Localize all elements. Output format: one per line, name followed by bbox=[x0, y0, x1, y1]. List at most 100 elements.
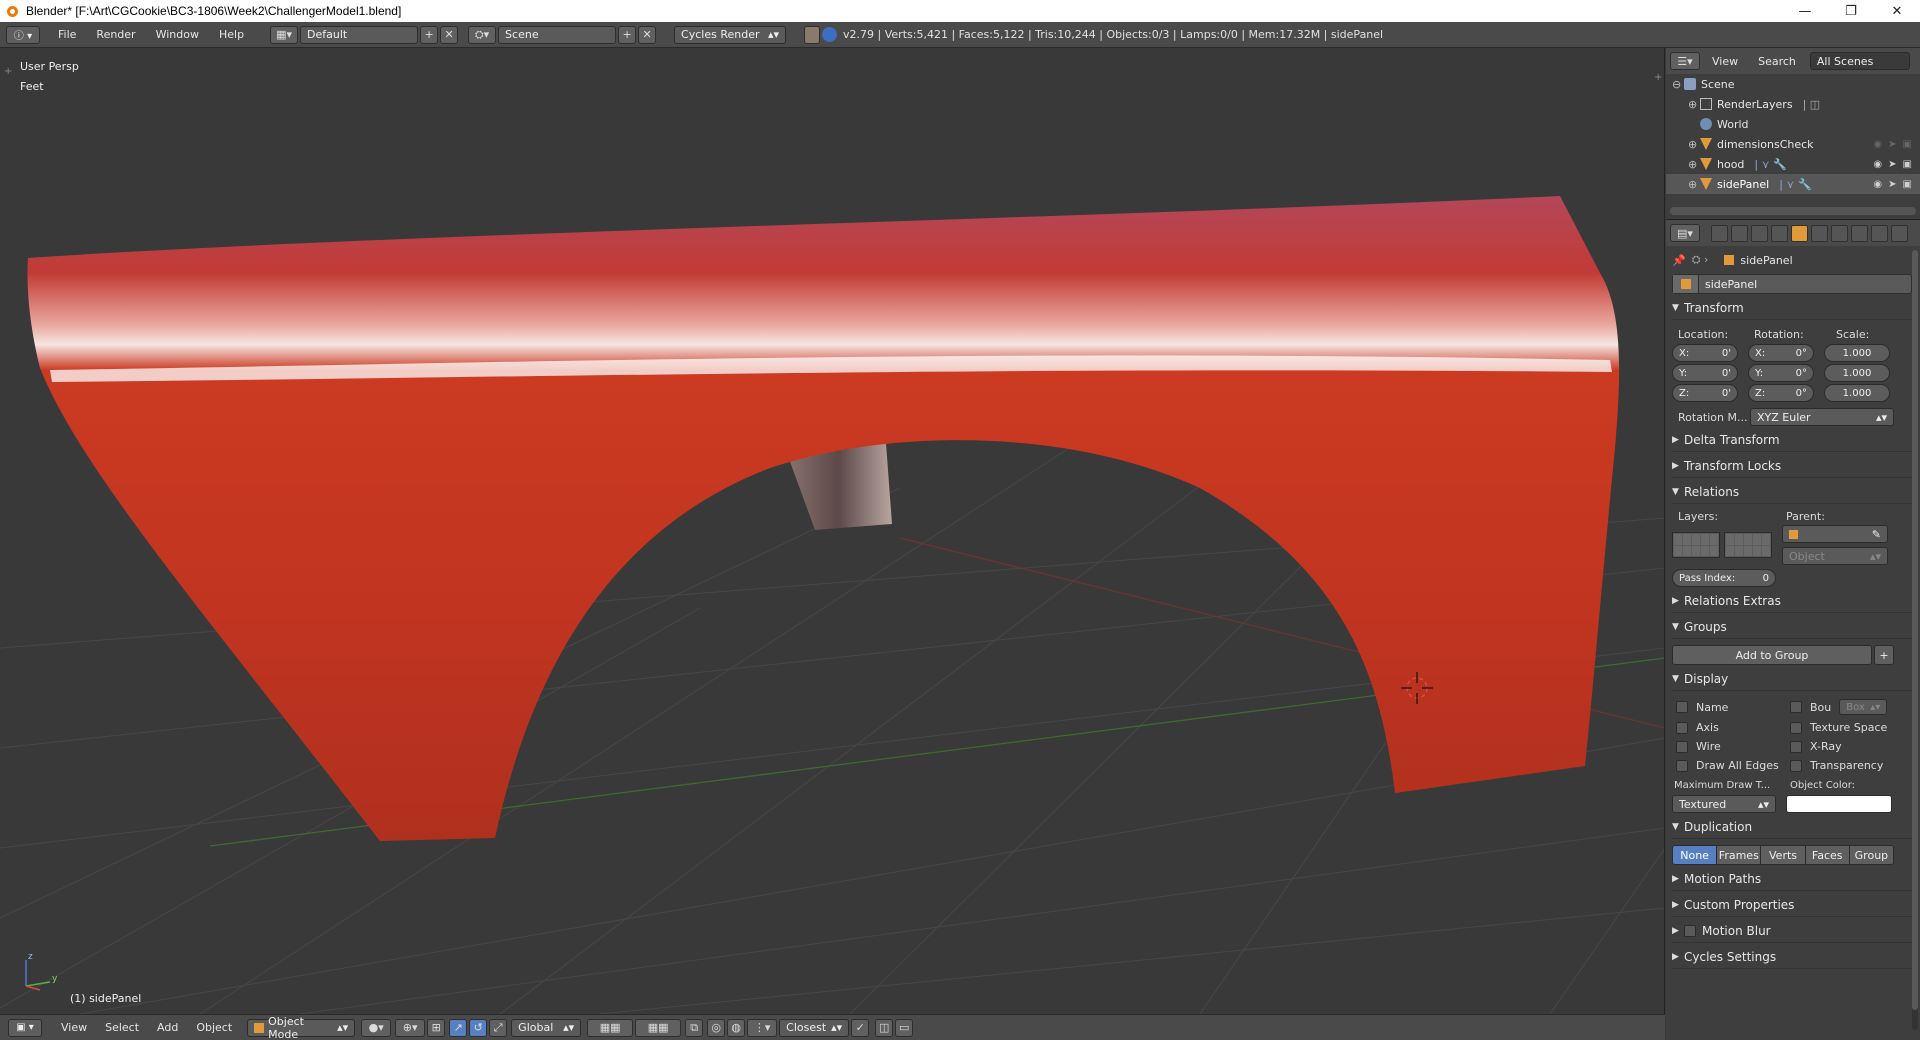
outliner-view-menu[interactable]: View bbox=[1712, 55, 1738, 68]
rotation-z-field[interactable]: Z: 0° bbox=[1748, 384, 1814, 402]
scale-manipulator-icon[interactable]: ⤢ bbox=[489, 1018, 508, 1037]
display-wire-checkbox[interactable]: Wire bbox=[1676, 740, 1790, 753]
duplication-frames-button[interactable]: Frames bbox=[1717, 846, 1762, 864]
object-tab-icon[interactable] bbox=[1791, 224, 1808, 242]
rotate-manipulator-icon[interactable]: ↺ bbox=[469, 1018, 488, 1037]
object-layers-grid[interactable] bbox=[1672, 532, 1772, 558]
outliner-item-dimensionscheck[interactable]: ⊕ dimensionsCheck ◉ ➤ ▣ bbox=[1666, 134, 1920, 154]
scene-icon[interactable]: ⛭▾ bbox=[468, 25, 497, 44]
close-button[interactable]: ✕ bbox=[1874, 0, 1920, 22]
menu-help[interactable]: Help bbox=[209, 28, 254, 41]
display-axis-checkbox[interactable]: Axis bbox=[1676, 721, 1790, 734]
motion-blur-panel-header[interactable]: ▶ Motion Blur bbox=[1672, 919, 1912, 943]
duplication-faces-button[interactable]: Faces bbox=[1805, 846, 1850, 864]
snap-element-icon[interactable]: ⋮▾ bbox=[747, 1018, 778, 1037]
transform-orientation-dropdown[interactable]: Global ▴▾ bbox=[511, 1018, 582, 1037]
scale-x-field[interactable]: 1.000 bbox=[1824, 344, 1890, 362]
outliner-item-scene[interactable]: ⊖ Scene bbox=[1666, 74, 1920, 94]
scale-z-field[interactable]: 1.000 bbox=[1824, 384, 1890, 402]
menu-view[interactable]: View bbox=[52, 1021, 96, 1034]
menu-file[interactable]: File bbox=[48, 28, 86, 41]
relations-extras-panel-header[interactable]: ▶ Relations Extras bbox=[1672, 589, 1912, 613]
transform-panel-header[interactable]: ▼ Transform bbox=[1672, 296, 1912, 320]
translate-manipulator-icon[interactable]: ↗ bbox=[449, 1018, 468, 1037]
remove-layout-icon[interactable]: ✕ bbox=[440, 25, 459, 44]
snap-target-dropdown[interactable]: Closest ▴▾ bbox=[779, 1018, 850, 1037]
snap-rotation-icon[interactable]: ✓ bbox=[851, 1018, 870, 1037]
motion-blur-checkbox[interactable] bbox=[1684, 924, 1696, 937]
modifiers-tab-icon[interactable] bbox=[1831, 224, 1848, 242]
select-arrow-icon[interactable]: ➤ bbox=[1888, 179, 1896, 190]
lock-camera-icon[interactable]: ⧉ bbox=[685, 1018, 704, 1037]
transform-locks-panel-header[interactable]: ▶ Transform Locks bbox=[1672, 454, 1912, 478]
maximize-button[interactable]: ❐ bbox=[1828, 0, 1874, 22]
duplication-none-button[interactable]: None bbox=[1673, 846, 1718, 864]
proportional-edit-icon[interactable]: ◎ bbox=[707, 1018, 726, 1037]
motion-paths-panel-header[interactable]: ▶ Motion Paths bbox=[1672, 867, 1912, 891]
outliner-scrollbar[interactable] bbox=[1670, 207, 1916, 215]
delta-transform-panel-header[interactable]: ▶ Delta Transform bbox=[1672, 428, 1912, 452]
view3d-editor-type-button[interactable]: ▣ ▾ bbox=[8, 1018, 42, 1037]
viewport-canvas[interactable]: + + bbox=[0, 48, 1665, 1014]
rotation-mode-dropdown[interactable]: XYZ Euler ▴▾ bbox=[1750, 408, 1894, 426]
bounds-type-dropdown[interactable]: Box ▴▾ bbox=[1839, 699, 1888, 715]
outliner-display-mode-dropdown[interactable]: All Scenes bbox=[1809, 52, 1910, 70]
data-tab-icon[interactable] bbox=[1851, 224, 1868, 242]
display-transparency-checkbox[interactable]: Transparency bbox=[1790, 759, 1900, 772]
pin-icon[interactable]: 📌 bbox=[1672, 254, 1686, 267]
render-camera-icon[interactable]: ▣ bbox=[1903, 159, 1912, 170]
texture-tab-icon[interactable] bbox=[1891, 224, 1908, 242]
cycles-settings-panel-header[interactable]: ▶ Cycles Settings bbox=[1672, 945, 1912, 969]
object-name-field[interactable]: sidePanel bbox=[1672, 274, 1912, 294]
object-color-swatch[interactable] bbox=[1786, 795, 1892, 813]
scene-layers-icon[interactable]: ▦▦ bbox=[587, 1018, 634, 1037]
menu-render[interactable]: Render bbox=[86, 28, 145, 41]
location-z-field[interactable]: Z: 0' bbox=[1672, 384, 1738, 402]
duplication-verts-button[interactable]: Verts bbox=[1761, 846, 1806, 864]
scene-tab-icon[interactable] bbox=[1751, 224, 1768, 242]
duplication-panel-header[interactable]: ▼ Duplication bbox=[1672, 815, 1912, 839]
rotation-y-field[interactable]: Y: 0° bbox=[1748, 364, 1814, 382]
visibility-eye-icon[interactable]: ◉ bbox=[1873, 179, 1882, 190]
proportional-falloff-icon[interactable]: ◍ bbox=[727, 1018, 746, 1037]
properties-editor-icon[interactable]: ▤▾ bbox=[1670, 224, 1700, 242]
max-draw-type-dropdown[interactable]: Textured ▴▾ bbox=[1672, 795, 1776, 813]
add-scene-icon[interactable]: + bbox=[618, 25, 637, 44]
display-panel-header[interactable]: ▼ Display bbox=[1672, 667, 1912, 691]
custom-properties-panel-header[interactable]: ▶ Custom Properties bbox=[1672, 893, 1912, 917]
pivot-point-icon[interactable]: ⊕▾ bbox=[395, 1018, 426, 1037]
menu-select[interactable]: Select bbox=[96, 1021, 148, 1034]
location-x-field[interactable]: X: 0' bbox=[1672, 344, 1738, 362]
screen-layout-field[interactable]: Default bbox=[300, 25, 419, 44]
rotation-x-field[interactable]: X: 0° bbox=[1748, 344, 1814, 362]
3d-viewport[interactable]: + + User Persp Feet (1) sidePanel z y bbox=[0, 48, 1665, 1014]
add-to-group-button[interactable]: Add to Group bbox=[1672, 645, 1872, 665]
render-tab-icon[interactable] bbox=[1711, 224, 1728, 242]
render-engine-dropdown[interactable]: Cycles Render ▴▾ bbox=[674, 25, 787, 44]
render-layers-tab-icon[interactable] bbox=[1731, 224, 1748, 242]
display-texture-space-checkbox[interactable]: Texture Space bbox=[1790, 721, 1900, 734]
eyedropper-icon[interactable]: ✎ bbox=[1872, 528, 1881, 541]
scene-layers-icon-2[interactable]: ▦▦ bbox=[635, 1018, 682, 1037]
select-arrow-icon[interactable]: ➤ bbox=[1888, 139, 1896, 150]
visibility-eye-icon[interactable]: ◉ bbox=[1873, 159, 1882, 170]
outliner-item-world[interactable]: World bbox=[1666, 114, 1920, 134]
display-xray-checkbox[interactable]: X-Ray bbox=[1790, 740, 1900, 753]
visibility-eye-icon[interactable]: ◉ bbox=[1873, 139, 1882, 150]
opengl-anim-icon[interactable]: ▭ bbox=[895, 1018, 914, 1037]
location-y-field[interactable]: Y: 0' bbox=[1672, 364, 1738, 382]
remove-scene-icon[interactable]: ✕ bbox=[638, 25, 657, 44]
opengl-render-icon[interactable]: ◫ bbox=[875, 1018, 894, 1037]
viewport-shading-icon[interactable]: ●▾ bbox=[361, 1018, 392, 1037]
display-all-edges-checkbox[interactable]: Draw All Edges bbox=[1676, 759, 1790, 772]
editor-type-button[interactable]: ⓘ ▾ bbox=[6, 25, 40, 44]
material-tab-icon[interactable] bbox=[1871, 224, 1888, 242]
outliner-item-renderlayers[interactable]: ⊕ RenderLayers | ◫ bbox=[1666, 94, 1920, 114]
relations-panel-header[interactable]: ▼ Relations bbox=[1672, 480, 1912, 504]
parent-type-dropdown[interactable]: Object ▴▾ bbox=[1782, 547, 1888, 565]
scale-y-field[interactable]: 1.000 bbox=[1824, 364, 1890, 382]
mode-dropdown[interactable]: Object Mode ▴▾ bbox=[247, 1015, 356, 1040]
scene-field[interactable]: Scene bbox=[498, 25, 617, 44]
render-camera-icon[interactable]: ▣ bbox=[1903, 139, 1912, 150]
world-tab-icon[interactable] bbox=[1771, 224, 1788, 242]
